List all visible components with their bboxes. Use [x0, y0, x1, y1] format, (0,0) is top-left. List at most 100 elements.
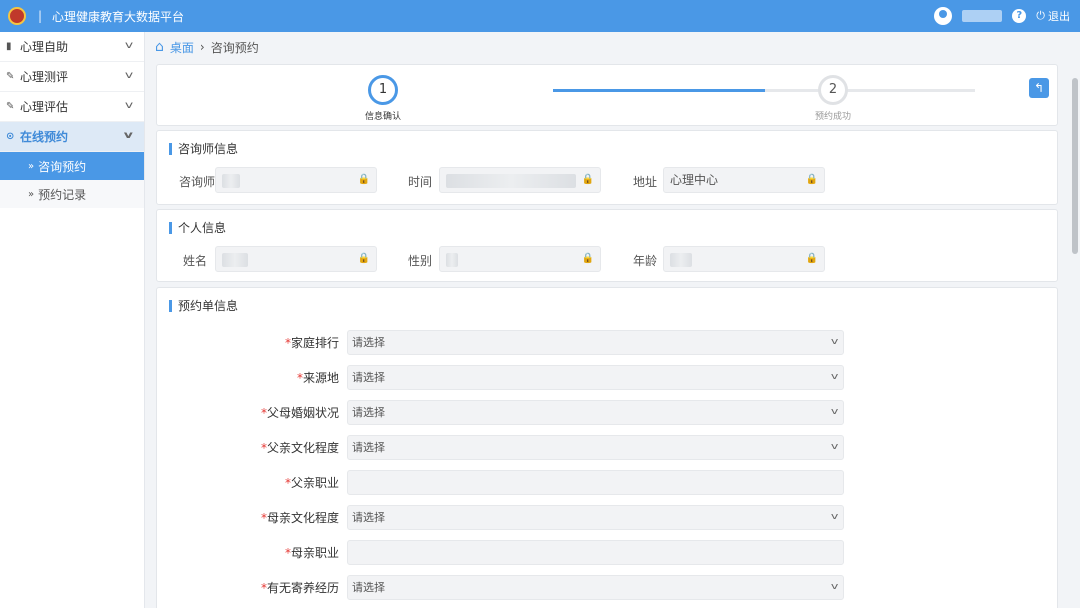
submenu-item-label: 咨询预约: [38, 159, 87, 174]
lock-icon: 🔒: [805, 174, 818, 185]
power-icon: ⏻: [1036, 9, 1045, 22]
form-row: *父亲文化程度 请选择 v: [157, 435, 1059, 461]
field-label-text: 来源地: [302, 371, 339, 385]
redacted-value: [670, 252, 692, 267]
field-label-text: 父母婚姻状况: [266, 406, 339, 420]
form-row: *母亲文化程度 请选择 v: [157, 505, 1059, 531]
select-placeholder: 请选择: [352, 371, 385, 384]
step-2-circle: 2: [818, 75, 848, 105]
step-pending-line: [765, 89, 975, 92]
personal-info-panel: 个人信息 姓名 🔒 性别 🔒 年龄 🔒: [156, 209, 1058, 282]
mother-education-select[interactable]: 请选择 v: [347, 505, 844, 530]
double-chevron-icon: »: [28, 160, 35, 172]
section-title: 咨询师信息: [169, 143, 238, 155]
select-placeholder: 请选择: [352, 336, 385, 349]
name-field: 🔒: [215, 246, 377, 272]
page-scrollbar[interactable]: [1070, 32, 1080, 608]
home-icon[interactable]: ⌂: [155, 39, 164, 55]
booking-form-panel: 预约单信息 *家庭排行 请选择 v *来源地 请选择 v *父母婚姻状况 请选择 v …: [156, 287, 1058, 608]
form-row: *有无寄养经历 请选择 v: [157, 575, 1059, 601]
father-occupation-input[interactable]: [347, 470, 844, 495]
lock-icon: 🔒: [581, 253, 594, 264]
submenu-item-consult-booking[interactable]: » 咨询预约: [0, 152, 144, 180]
father-education-select[interactable]: 请选择 v: [347, 435, 844, 460]
redacted-value: [446, 173, 576, 188]
field-label-text: 父亲职业: [290, 476, 339, 490]
return-icon: ↰: [1033, 81, 1045, 95]
counselor-name-field: 🔒: [215, 167, 377, 193]
field-label-text: 家庭排行: [290, 336, 339, 350]
foster-experience-select[interactable]: 请选择 v: [347, 575, 844, 600]
field-label: *母亲文化程度: [247, 505, 339, 531]
time-field: 🔒: [439, 167, 601, 193]
user-avatar-icon[interactable]: [934, 7, 953, 25]
chevron-down-icon: v: [830, 512, 839, 522]
chevron-right-icon: ›: [199, 40, 205, 54]
submenu-item-label: 预约记录: [38, 187, 87, 202]
breadcrumb-current: 咨询预约: [210, 40, 259, 55]
sidebar-item-label: 在线预约: [20, 130, 69, 144]
top-bar: | 心理健康教育大数据平台 ? ⏻ 退出: [0, 0, 1080, 32]
breadcrumb-home[interactable]: 桌面: [170, 39, 194, 56]
sidebar-item-online-booking[interactable]: ⊙ 在线预约 v: [0, 122, 144, 152]
title-separator: |: [38, 9, 43, 23]
parents-marital-status-select[interactable]: 请选择 v: [347, 400, 844, 425]
address-label: 地址: [632, 175, 657, 189]
form-row: *家庭排行 请选择 v: [157, 330, 1059, 356]
gender-label: 性别: [407, 254, 432, 268]
logout-button[interactable]: ⏻ 退出: [1036, 8, 1070, 24]
name-label: 姓名: [182, 254, 207, 268]
chevron-down-icon: v: [830, 582, 839, 592]
help-icon[interactable]: ?: [1012, 9, 1027, 23]
edit-icon: ✎: [6, 71, 15, 82]
logout-label: 退出: [1048, 10, 1070, 23]
chevron-down-icon: v: [830, 337, 839, 347]
family-rank-select[interactable]: 请选择 v: [347, 330, 844, 355]
field-label-text: 父亲文化程度: [266, 441, 339, 455]
field-label: *父母婚姻状况: [247, 400, 339, 426]
breadcrumb: ⌂ 桌面 › 咨询预约: [155, 38, 259, 56]
field-label: *来源地: [247, 365, 339, 391]
chevron-down-icon: v: [830, 407, 839, 417]
sidebar-item-assessment[interactable]: ✎ 心理测评 v: [0, 62, 144, 92]
field-label-text: 有无寄养经历: [266, 581, 339, 595]
field-label: *母亲职业: [247, 540, 339, 566]
section-title: 个人信息: [169, 222, 226, 234]
mother-occupation-input[interactable]: [347, 540, 844, 565]
form-row: *父亲职业: [157, 470, 1059, 496]
scrollbar-thumb[interactable]: [1072, 78, 1078, 254]
field-label: *家庭排行: [247, 330, 339, 356]
book-icon: ▮: [6, 41, 12, 52]
sidebar-item-label: 心理测评: [20, 70, 69, 84]
step-2-label: 预约成功: [814, 112, 851, 122]
select-placeholder: 请选择: [352, 441, 385, 454]
double-chevron-icon: »: [28, 188, 35, 200]
address-value: 心理中心: [670, 173, 719, 187]
time-label: 时间: [407, 175, 432, 189]
sidebar-item-self-help[interactable]: ▮ 心理自助 v: [0, 32, 144, 62]
step-progress-line: [553, 89, 765, 92]
chevron-down-icon: v: [124, 40, 134, 51]
step-1-label: 信息确认: [364, 112, 401, 122]
lock-icon: 🔒: [805, 253, 818, 264]
form-row: *父母婚姻状况 请选择 v: [157, 400, 1059, 426]
select-placeholder: 请选择: [352, 581, 385, 594]
chevron-down-icon: v: [124, 130, 134, 141]
edit-icon: ✎: [6, 101, 15, 112]
form-row: *母亲职业: [157, 540, 1059, 566]
sidebar-item-label: 心理自助: [20, 40, 69, 54]
section-title: 预约单信息: [169, 300, 238, 312]
back-button[interactable]: ↰: [1029, 78, 1049, 98]
age-label: 年龄: [632, 254, 657, 268]
steps-panel: 1 2 信息确认 预约成功 ↰: [156, 64, 1058, 126]
chevron-down-icon: v: [124, 100, 134, 111]
sidebar-item-evaluation[interactable]: ✎ 心理评估 v: [0, 92, 144, 122]
submenu-item-booking-records[interactable]: » 预约记录: [0, 180, 144, 208]
chevron-down-icon: v: [830, 372, 839, 382]
app-title: 心理健康教育大数据平台: [52, 9, 185, 24]
chevron-down-icon: v: [830, 442, 839, 452]
counselor-info-panel: 咨询师信息 咨询师 🔒 时间 🔒 地址 心理中心 🔒: [156, 130, 1058, 205]
username-redacted[interactable]: [962, 10, 1003, 22]
origin-select[interactable]: 请选择 v: [347, 365, 844, 390]
lock-icon: 🔒: [357, 253, 370, 264]
